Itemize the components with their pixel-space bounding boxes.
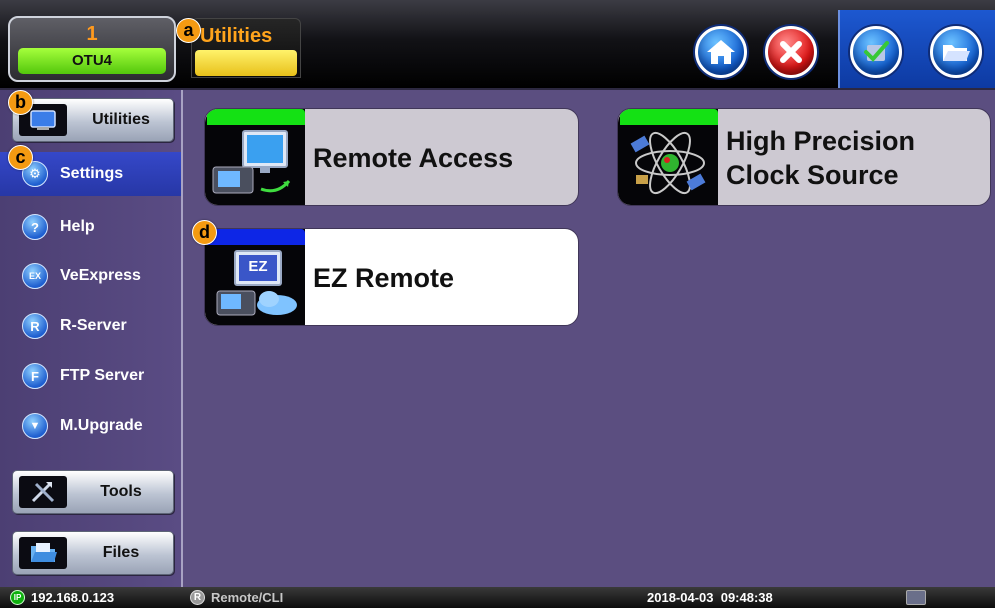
tile-status-strip: [207, 229, 305, 245]
app-window: 1 OTU4 Utilities Utilities ⚙ Settings ? …: [0, 0, 995, 608]
sidebar-item-label: R-Server: [60, 317, 127, 334]
close-icon: [780, 41, 802, 63]
top-bar: 1 OTU4 Utilities: [0, 0, 995, 90]
port-label: OTU4: [18, 48, 166, 74]
datetime-display: 2018-04-03 09:48:38: [647, 587, 773, 608]
save-check-button[interactable]: [850, 26, 902, 78]
sidebar-button-utilities-label: Utilities: [92, 111, 150, 128]
help-icon: ?: [22, 214, 48, 240]
sidebar-button-tools[interactable]: Tools: [12, 470, 174, 514]
page-title-tab: Utilities: [191, 18, 301, 78]
ftp-server-icon: F: [22, 363, 48, 389]
home-icon: [707, 40, 735, 64]
ip-status-icon: IP: [10, 590, 25, 605]
status-bar: IP 192.168.0.123 R Remote/CLI 2018-04-03…: [0, 587, 995, 608]
port-selector[interactable]: 1 OTU4: [8, 16, 176, 82]
ip-address: 192.168.0.123: [31, 590, 115, 605]
port-number: 1: [86, 23, 98, 45]
tile-ez-remote-label: EZ Remote: [313, 263, 455, 293]
remote-status-icon: R: [190, 590, 205, 605]
sidebar-item-label: FTP Server: [60, 367, 145, 384]
upgrade-icon: ▼: [22, 413, 48, 439]
ip-address-status: IP 192.168.0.123: [10, 587, 114, 608]
checkmark-icon: [864, 41, 889, 62]
sidebar-item-label: Settings: [60, 165, 124, 182]
sidebar-item-r-server[interactable]: R R-Server: [0, 304, 181, 348]
sidebar-item-veexpress[interactable]: EX VeExpress: [0, 254, 181, 298]
page-title: Utilities: [200, 25, 273, 47]
tile-high-precision-clock-source[interactable]: High Precision Clock Source: [617, 108, 991, 206]
tile-remote-access[interactable]: Remote Access: [204, 108, 579, 206]
remote-cli-label: Remote/CLI: [211, 590, 284, 605]
title-highlight: [195, 50, 297, 76]
sidebar-item-label: M.Upgrade: [60, 417, 143, 434]
tile-remote-access-label: Remote Access: [313, 143, 514, 173]
sidebar-item-m-upgrade[interactable]: ▼ M.Upgrade: [0, 404, 181, 448]
callout-badge-c: c: [8, 145, 33, 170]
sidebar-button-utilities[interactable]: Utilities: [12, 98, 174, 142]
tile-status-strip: [207, 109, 305, 125]
device-status-icon: [906, 590, 926, 605]
rserver-icon: R: [22, 313, 48, 339]
sidebar-item-ftp-server[interactable]: F FTP Server: [0, 354, 181, 398]
tile-clock-source-label: High Precision Clock Source: [726, 126, 916, 190]
tools-icon: [19, 476, 67, 508]
callout-badge-b: b: [8, 90, 33, 115]
folder-open-icon: [943, 45, 970, 61]
close-button[interactable]: [765, 26, 817, 78]
files-icon: [19, 537, 67, 569]
home-button[interactable]: [695, 26, 747, 78]
open-folder-button[interactable]: [930, 26, 982, 78]
callout-badge-d: d: [192, 220, 217, 245]
remote-cli-status: R Remote/CLI: [190, 587, 283, 608]
datetime: 2018-04-03 09:48:38: [647, 590, 773, 605]
sidebar-item-label: VeExpress: [60, 267, 141, 284]
tile-status-strip: [620, 109, 718, 125]
callout-badge-a: a: [176, 18, 201, 43]
sidebar-button-tools-label: Tools: [100, 483, 142, 500]
veexpress-icon: EX: [22, 263, 48, 289]
sidebar-button-files-label: Files: [102, 544, 140, 561]
sidebar-item-label: Help: [60, 218, 95, 235]
tile-ez-remote[interactable]: EZ EZ Remote: [204, 228, 579, 326]
sidebar-button-files[interactable]: Files: [12, 531, 174, 575]
sidebar-item-help[interactable]: ? Help: [0, 205, 181, 249]
ez-icon-text: EZ: [248, 258, 268, 275]
